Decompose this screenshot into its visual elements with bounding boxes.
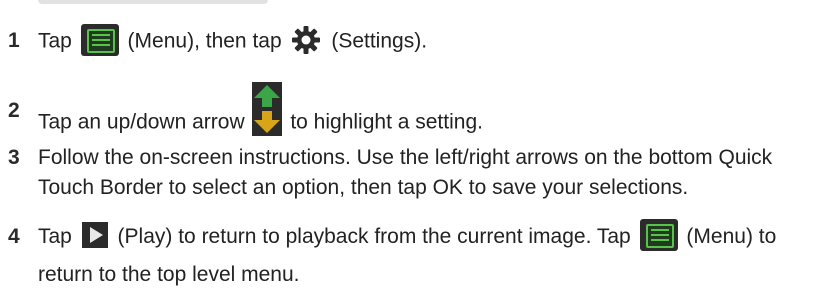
step-text: Tap [38, 225, 72, 248]
step-number: 2 [8, 99, 20, 122]
step-number: 1 [8, 29, 20, 52]
step-text: (Settings). [331, 29, 428, 53]
clipped-previous-line [0, 0, 828, 7]
menu-icon [80, 24, 119, 56]
step-3: 3 Follow the on-screen instructions. Use… [8, 143, 816, 203]
step-text: Follow the on-screen instructions. Use t… [38, 146, 773, 199]
step-4: 4 Tap (Play) to return to playback from … [8, 218, 816, 294]
step-text: (Play) to return to playback from the cu… [117, 225, 631, 248]
step-text: to highlight a setting. [290, 110, 483, 134]
step-text: (Menu), then tap [127, 29, 282, 53]
gear-icon [292, 26, 321, 54]
step-text: Tap [38, 29, 72, 53]
step-number: 3 [8, 146, 20, 169]
play-icon [81, 222, 108, 249]
up-down-arrow-icon [252, 82, 283, 136]
step-1: 1 Tap (Menu), then tap (Settings). [8, 24, 816, 58]
menu-icon [639, 219, 678, 252]
step-2: 2 Tap an up/down arrow to highlight a se… [8, 82, 816, 150]
step-text: Tap an up/down arrow [38, 110, 245, 134]
step-number: 4 [8, 225, 20, 248]
